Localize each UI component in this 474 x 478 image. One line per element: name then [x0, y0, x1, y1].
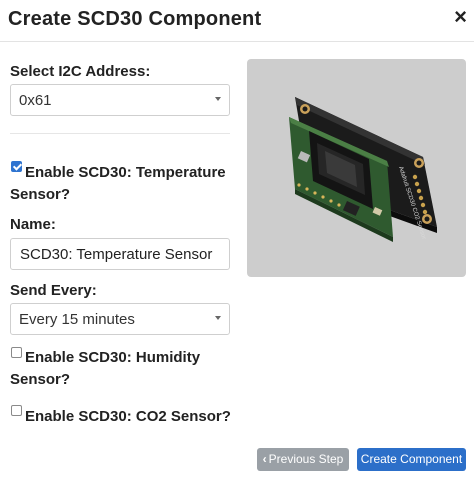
previous-step-button[interactable]: ‹ Previous Step — [257, 448, 349, 471]
sensor-image-panel: Adafruit SCD30 CO2 Sensor — [247, 59, 466, 277]
send-every-select[interactable]: Every 15 minutes — [10, 303, 230, 335]
send-every-label: Send Every: — [10, 282, 97, 299]
i2c-address-label: Select I2C Address: — [10, 63, 151, 80]
dialog-header: Create SCD30 Component × — [0, 0, 474, 42]
close-icon[interactable]: × — [454, 6, 467, 28]
temperature-sensor-label: Enable SCD30: Temperature Sensor? — [10, 164, 226, 203]
create-component-dialog: Create SCD30 Component × Select I2C Addr… — [0, 0, 474, 478]
dialog-title: Create SCD30 Component — [8, 8, 262, 30]
name-input[interactable]: SCD30: Temperature Sensor — [10, 238, 230, 270]
create-component-button[interactable]: Create Component — [357, 448, 466, 471]
scd30-board-image: Adafruit SCD30 CO2 Sensor — [289, 97, 437, 242]
i2c-address-select[interactable]: 0x61 — [10, 84, 230, 116]
previous-step-label: Previous Step — [268, 452, 344, 466]
chevron-down-icon — [215, 97, 221, 101]
i2c-address-value: 0x61 — [19, 92, 52, 109]
humidity-sensor-label: Enable SCD30: Humidity Sensor? — [10, 349, 201, 388]
chevron-down-icon — [215, 316, 221, 320]
co2-sensor-label: Enable SCD30: CO2 Sensor? — [25, 408, 231, 425]
section-divider — [10, 133, 230, 134]
name-label: Name: — [10, 216, 56, 233]
send-every-value: Every 15 minutes — [19, 311, 135, 328]
chevron-left-icon: ‹ — [262, 452, 267, 466]
